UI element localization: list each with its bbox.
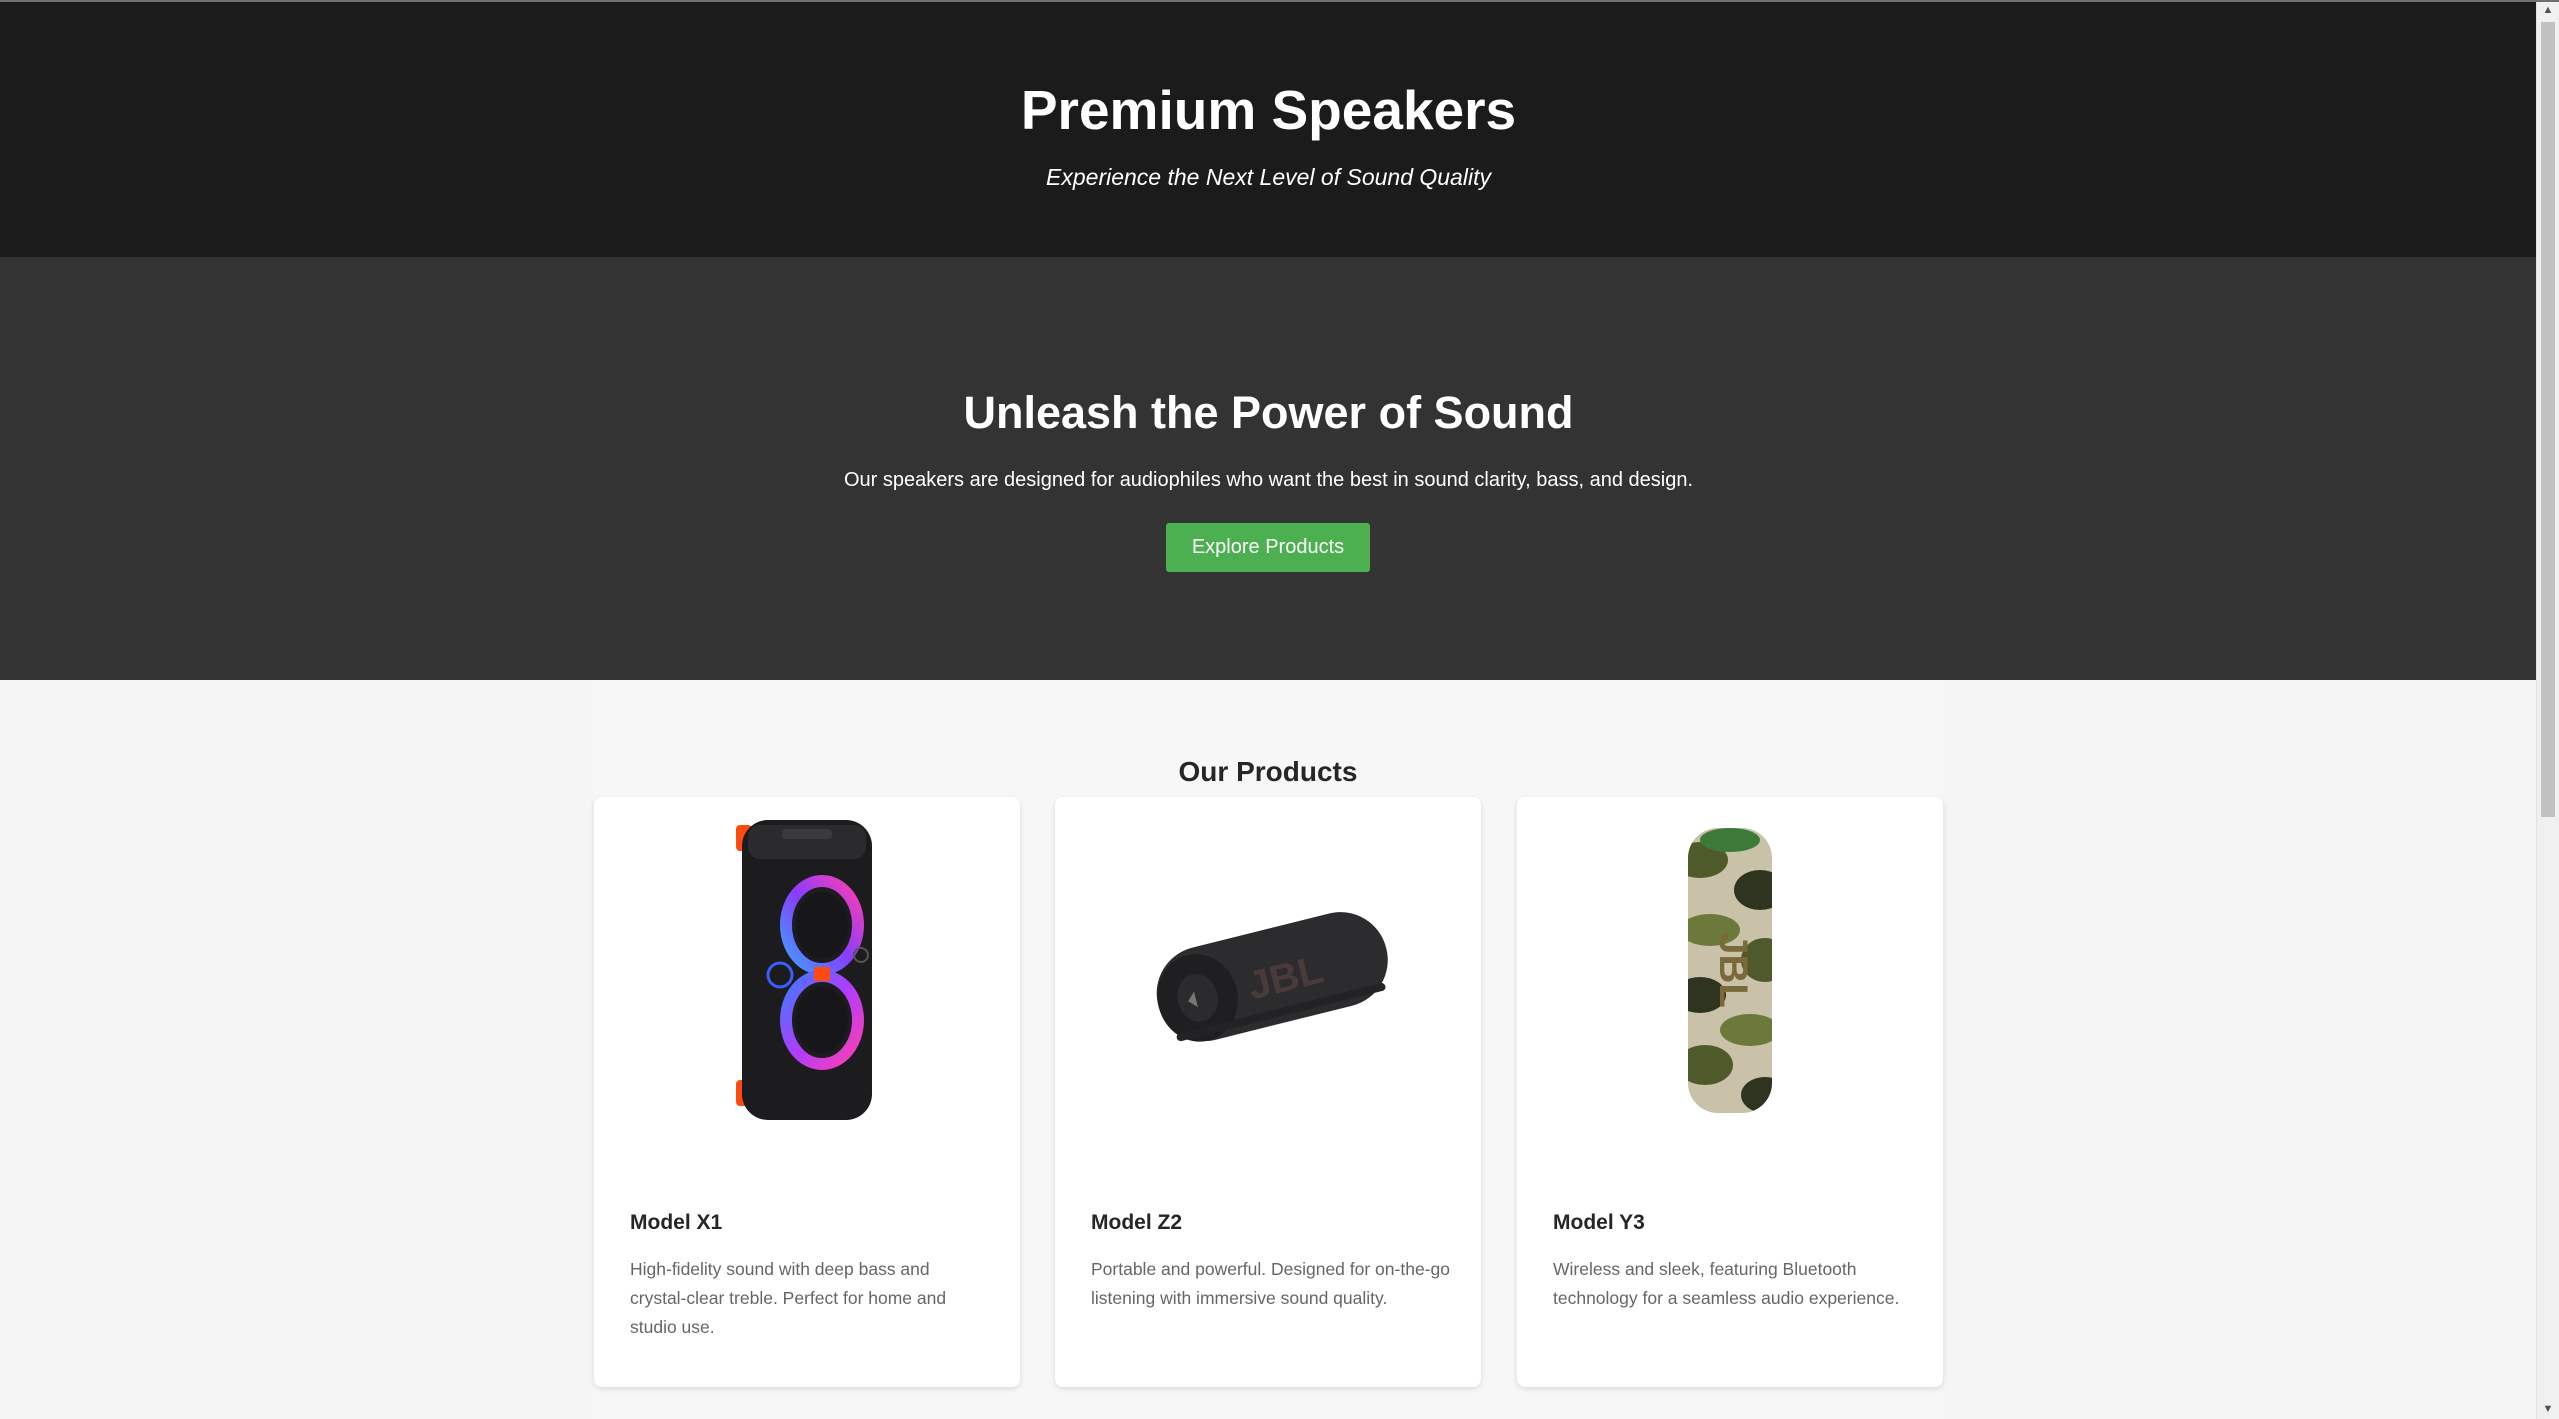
product-description: Wireless and sleek, featuring Bluetooth …: [1553, 1259, 1900, 1308]
products-title: Our Products: [1178, 756, 1358, 787]
camo-speaker-icon: JBL: [1688, 828, 1772, 1113]
portable-speaker-icon: JBL: [1156, 912, 1388, 1042]
product-card-model-y3: JBL Model Y3 Wireless and sleek, featuri…: [1517, 797, 1943, 1387]
site-tagline: Experience the Next Level of Sound Quali…: [1046, 164, 1491, 190]
page: Premium Speakers Experience the Next Lev…: [0, 0, 2537, 1419]
hero-section: Unleash the Power of Sound Our speakers …: [0, 257, 2537, 680]
svg-text:JBL: JBL: [1711, 932, 1755, 1008]
scroll-down-arrow-icon[interactable]: ▼: [2537, 1399, 2559, 1419]
scroll-up-arrow-icon[interactable]: ▲: [2537, 0, 2559, 20]
window-top-edge: [0, 0, 2559, 2]
vertical-scrollbar[interactable]: ▲ ▼: [2536, 0, 2559, 1419]
product-description: Portable and powerful. Designed for on-t…: [1091, 1259, 1450, 1308]
scrollbar-thumb[interactable]: [2541, 22, 2555, 817]
party-speaker-icon: [736, 820, 872, 1120]
hero-text: Our speakers are designed for audiophile…: [843, 469, 1694, 491]
product-card-model-x1: Model X1 High-fidelity sound with deep b…: [594, 797, 1020, 1387]
explore-products-button[interactable]: Explore Products: [1166, 523, 1370, 572]
products-section: Our Products Model X1 High-fidelity soun…: [593, 680, 1943, 1419]
site-header: Premium Speakers Experience the Next Lev…: [0, 2, 2537, 257]
product-name: Model Y3: [1553, 1211, 1645, 1234]
site-title: Premium Speakers: [1020, 79, 1517, 141]
camo-speaker-image: JBL: [1517, 828, 1943, 1113]
party-speaker-image: [594, 820, 1020, 1120]
product-description: High-fidelity sound with deep bass and c…: [630, 1259, 947, 1337]
product-name: Model X1: [630, 1211, 723, 1234]
hero-title: Unleash the Power of Sound: [963, 387, 1574, 438]
product-card-model-z2: JBL Model Z2 Portable and powerful. Desi…: [1055, 797, 1481, 1387]
portable-speaker-image: JBL: [1055, 845, 1481, 1095]
product-name: Model Z2: [1091, 1211, 1183, 1234]
